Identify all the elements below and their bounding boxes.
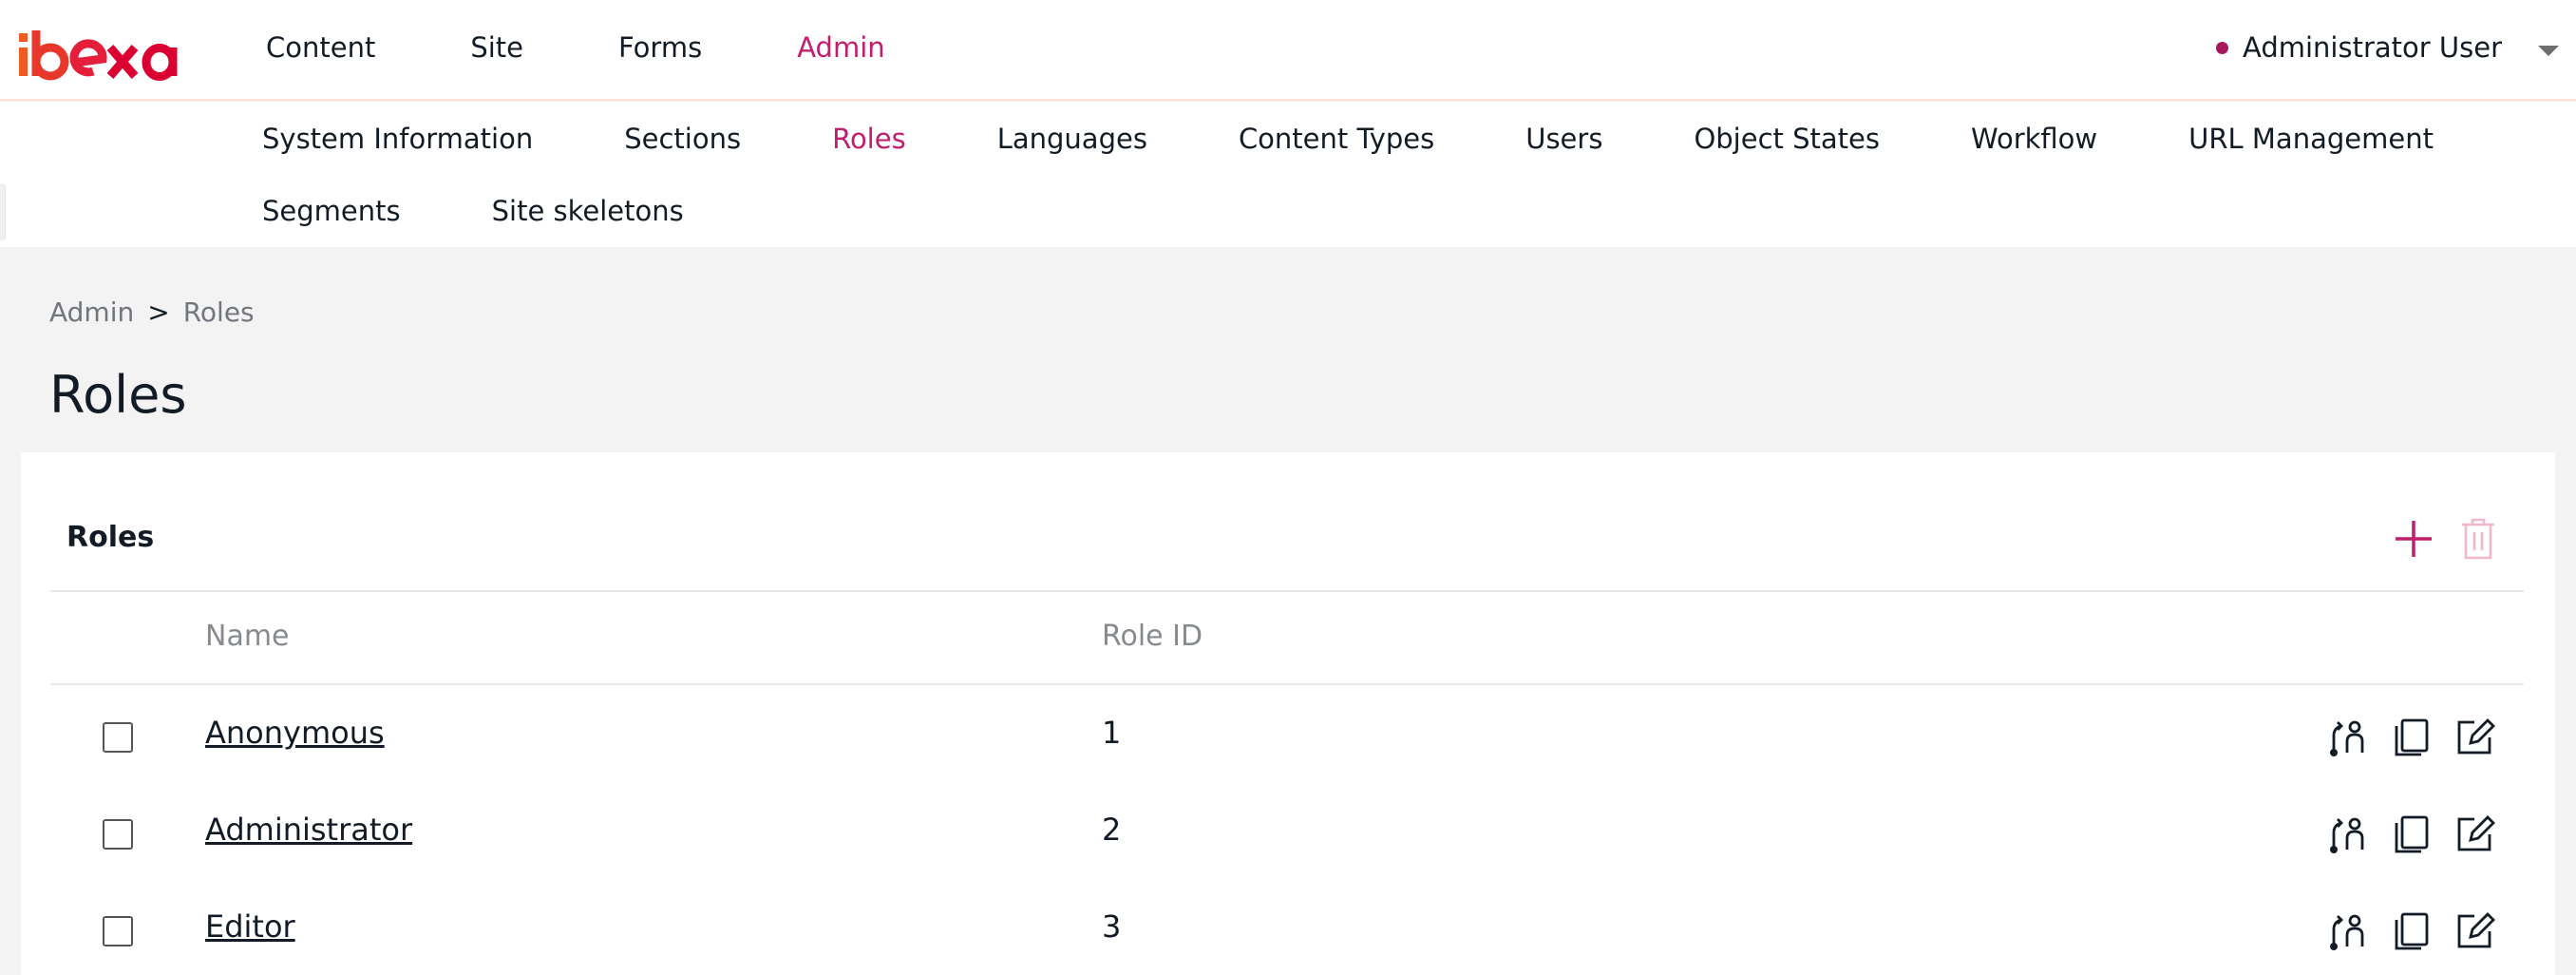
panel-title: Roles: [66, 521, 155, 554]
breadcrumb-admin[interactable]: Admin: [49, 296, 134, 328]
trash-icon: [2462, 518, 2494, 560]
sub-nav-row: Segments Site skeletons: [262, 195, 775, 227]
sub-nav-workflow[interactable]: Workflow: [1971, 123, 2097, 155]
divider: [50, 590, 2524, 592]
main-nav-content[interactable]: Content: [266, 31, 375, 64]
row-checkbox[interactable]: [103, 722, 133, 753]
sub-nav-users[interactable]: Users: [1525, 123, 1602, 155]
edit-icon[interactable]: [2453, 715, 2497, 758]
row-checkbox[interactable]: [103, 819, 133, 850]
side-panel-toggle[interactable]: [0, 183, 6, 240]
table-row: Anonymous 1: [50, 686, 2524, 783]
top-bar: ibexa Content Site Forms Admin Administr…: [0, 0, 2576, 101]
sub-nav-object-states[interactable]: Object States: [1694, 123, 1880, 155]
ibexa-logo[interactable]: ibexa: [17, 27, 194, 82]
assign-user-icon[interactable]: [2326, 908, 2370, 952]
main-nav-forms[interactable]: Forms: [618, 31, 702, 64]
table-row: Editor 3: [50, 880, 2524, 975]
role-name-link[interactable]: Administrator: [205, 812, 412, 848]
sub-nav-segments[interactable]: Segments: [262, 195, 401, 227]
admin-sub-nav: System Information Sections Roles Langua…: [0, 102, 2576, 247]
row-checkbox[interactable]: [103, 916, 133, 946]
copy-icon[interactable]: [2391, 715, 2434, 758]
role-id: 1: [1102, 715, 1122, 751]
page-title: Roles: [49, 365, 187, 425]
copy-icon[interactable]: [2391, 812, 2434, 855]
main-nav-site[interactable]: Site: [470, 31, 523, 64]
divider: [50, 683, 2524, 685]
add-icon[interactable]: [2390, 515, 2437, 563]
table-row: Administrator 2: [50, 783, 2524, 880]
sub-nav-roles[interactable]: Roles: [832, 123, 906, 155]
sub-nav-site-skeletons[interactable]: Site skeletons: [492, 195, 684, 227]
main-nav: Content Site Forms Admin: [266, 0, 980, 95]
roles-panel: Roles Name Role ID Anonymous 1 Administr…: [21, 452, 2555, 975]
user-menu[interactable]: Administrator User: [2215, 0, 2576, 95]
role-name-link[interactable]: Anonymous: [205, 715, 385, 751]
assign-user-icon[interactable]: [2326, 715, 2370, 758]
copy-icon[interactable]: [2391, 908, 2434, 952]
breadcrumb-separator: >: [147, 296, 170, 328]
user-status-dot: [2215, 41, 2228, 54]
role-id: 3: [1102, 908, 1122, 945]
sub-nav-sections[interactable]: Sections: [624, 123, 741, 155]
sub-nav-languages[interactable]: Languages: [997, 123, 1147, 155]
edit-icon[interactable]: [2453, 908, 2497, 952]
sub-nav-url-management[interactable]: URL Management: [2188, 123, 2434, 155]
main-nav-admin[interactable]: Admin: [797, 31, 884, 64]
sub-nav-row: System Information Sections Roles Langua…: [262, 123, 2525, 155]
breadcrumb-roles: Roles: [182, 296, 255, 328]
column-header-role-id[interactable]: Role ID: [1102, 620, 1203, 653]
sub-nav-content-types[interactable]: Content Types: [1239, 123, 1434, 155]
column-header-name[interactable]: Name: [205, 620, 290, 653]
assign-user-icon[interactable]: [2326, 812, 2370, 855]
edit-icon[interactable]: [2453, 812, 2497, 855]
chevron-down-icon[interactable]: [2538, 45, 2559, 56]
role-id: 2: [1102, 812, 1122, 848]
role-name-link[interactable]: Editor: [205, 908, 295, 945]
sub-nav-system-information[interactable]: System Information: [262, 123, 533, 155]
user-name: Administrator User: [2242, 31, 2502, 64]
breadcrumb: Admin > Roles: [49, 296, 255, 328]
